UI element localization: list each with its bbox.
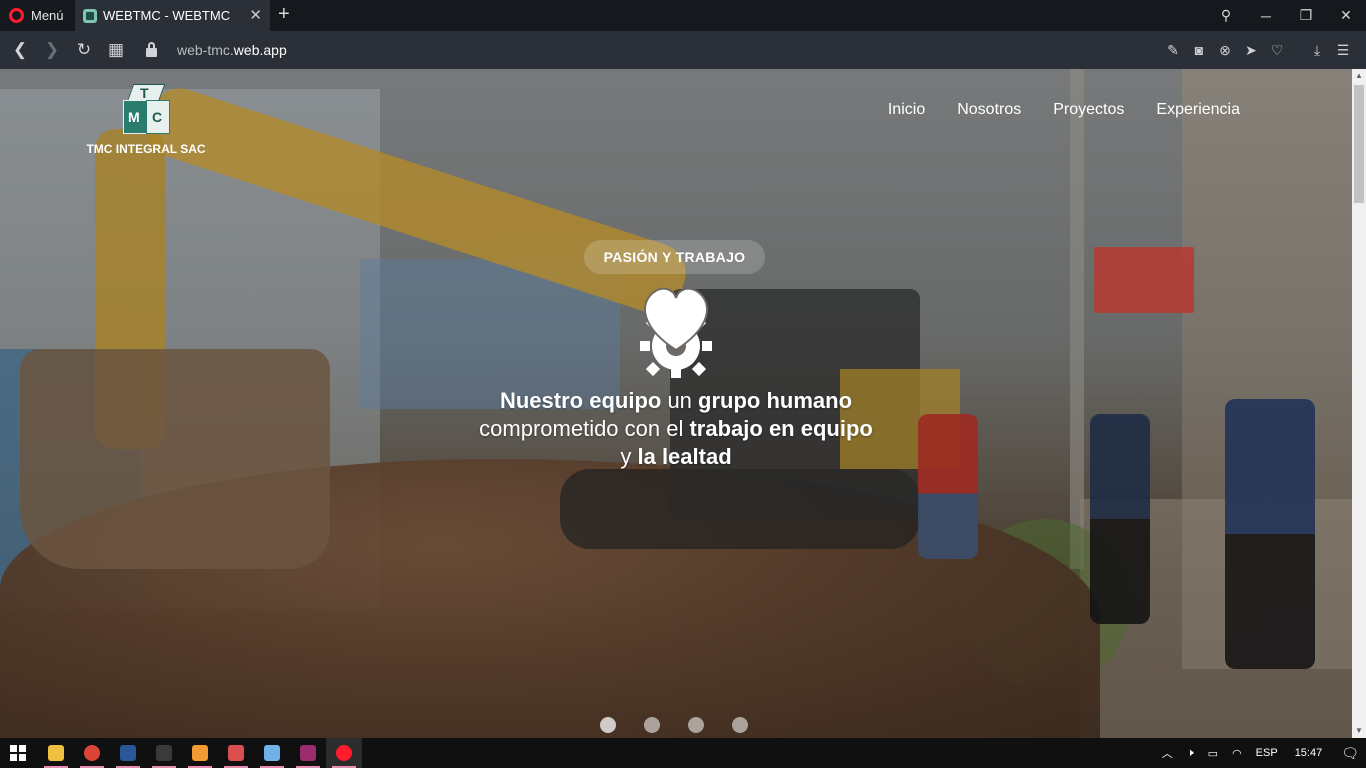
excavator-bucket	[20, 349, 330, 569]
nav-link-experiencia[interactable]: Experiencia	[1156, 101, 1240, 119]
tab-title: WEBTMC - WEBTMC	[103, 8, 231, 23]
taskbar-terminal-icon[interactable]	[146, 738, 182, 768]
taskbar-paint-3d-icon[interactable]	[254, 738, 290, 768]
system-tray: ︿ 🕨 ▭ ◠ ESP 15:47 🗨	[1155, 738, 1366, 768]
address-bar: ❮ ❯ ↻ ▦ web-tmc.web.app ✎ ◙ ⊗ ➤ ♡ ⤓ ☰	[0, 31, 1366, 69]
scroll-thumb[interactable]	[1354, 85, 1364, 203]
url-field[interactable]: web-tmc.web.app	[177, 42, 287, 58]
scroll-up-arrow-icon[interactable]: ▲	[1352, 69, 1366, 83]
forward-icon[interactable]: ❯	[36, 40, 68, 60]
taskbar-winrar-icon[interactable]	[290, 738, 326, 768]
site-brand[interactable]: T M C TMC INTEGRAL SAC	[86, 84, 206, 156]
volume-icon[interactable]: 🕨	[1180, 747, 1201, 760]
hero-tagline: Nuestro equipo un grupo humano compromet…	[479, 388, 873, 469]
scroll-down-arrow-icon[interactable]: ▼	[1352, 724, 1366, 738]
back-icon[interactable]: ❮	[4, 40, 36, 60]
browser-tab-active[interactable]: WEBTMC - WEBTMC ✕	[75, 0, 270, 31]
background-store-sign	[1094, 247, 1194, 313]
hero-section: T M C TMC INTEGRAL SAC Inicio Nosotros P…	[0, 69, 1352, 738]
taskbar-word-icon[interactable]	[110, 738, 146, 768]
tab-grid-icon[interactable]: ▦	[100, 40, 132, 60]
taskbar-sublime-text-icon[interactable]	[182, 738, 218, 768]
hero-pill-label: PASIÓN Y TRABAJO	[584, 240, 765, 274]
language-indicator[interactable]: ESP	[1249, 747, 1285, 759]
adblock-icon[interactable]: ⊗	[1212, 42, 1238, 59]
close-window-icon[interactable]: ✕	[1326, 7, 1366, 24]
background-utility-pole	[1070, 69, 1084, 569]
taskbar-opera-icon[interactable]	[326, 738, 362, 768]
notifications-icon[interactable]: 🗨	[1334, 745, 1366, 762]
taskbar-chrome-icon[interactable]	[74, 738, 110, 768]
opera-logo-icon	[9, 8, 24, 23]
page-scrollbar[interactable]: ▲ ▼	[1352, 69, 1366, 738]
tmc-cube-logo: T M C	[122, 84, 170, 138]
windows-logo-icon	[10, 745, 26, 761]
carousel-dot-3[interactable]	[688, 717, 704, 733]
edit-page-icon[interactable]: ✎	[1160, 42, 1186, 59]
opera-menu-button[interactable]: Menú	[0, 0, 74, 31]
brand-name: TMC INTEGRAL SAC	[86, 142, 206, 156]
carousel-dot-4[interactable]	[732, 717, 748, 733]
taskbar-file-explorer-icon[interactable]	[38, 738, 74, 768]
battery-icon[interactable]: ▭	[1201, 747, 1225, 760]
carousel-indicators	[600, 717, 748, 733]
easy-setup-icon[interactable]: ☰	[1330, 42, 1356, 59]
browser-tab-strip: Menú WEBTMC - WEBTMC ✕ + ⚲ ─ ❐ ✕	[0, 0, 1366, 31]
nav-link-inicio[interactable]: Inicio	[888, 101, 925, 119]
heart-gear-icon	[640, 287, 712, 378]
lock-icon[interactable]	[146, 42, 157, 57]
downloads-icon[interactable]: ⤓	[1304, 42, 1330, 59]
main-nav: Inicio Nosotros Proyectos Experiencia	[888, 101, 1240, 119]
opera-menu-label: Menú	[31, 8, 64, 23]
clock[interactable]: 15:47	[1285, 747, 1335, 759]
carousel-dot-1[interactable]	[600, 717, 616, 733]
nav-link-nosotros[interactable]: Nosotros	[957, 101, 1021, 119]
worker-navy-jacket	[1090, 414, 1150, 624]
start-button[interactable]	[0, 738, 36, 768]
tray-chevron-icon[interactable]: ︿	[1155, 745, 1180, 761]
close-tab-icon[interactable]: ✕	[249, 8, 262, 23]
reload-icon[interactable]: ↻	[68, 40, 100, 60]
carousel-dot-2[interactable]	[644, 717, 660, 733]
nav-link-proyectos[interactable]: Proyectos	[1053, 101, 1124, 119]
camera-icon[interactable]: ◙	[1186, 42, 1212, 58]
worker-red-jacket	[918, 414, 978, 559]
minimize-window-icon[interactable]: ─	[1246, 8, 1286, 24]
windows-taskbar: ︿ 🕨 ▭ ◠ ESP 15:47 🗨	[0, 738, 1366, 768]
restore-window-icon[interactable]: ❐	[1286, 7, 1326, 24]
send-icon[interactable]: ➤	[1238, 42, 1264, 59]
heart-bookmark-icon[interactable]: ♡	[1264, 42, 1290, 59]
search-tabs-icon[interactable]: ⚲	[1206, 7, 1246, 24]
new-tab-icon[interactable]: +	[278, 4, 290, 24]
site-favicon-icon	[83, 8, 97, 23]
wifi-icon[interactable]: ◠	[1225, 747, 1249, 760]
worker-helmet	[1225, 399, 1315, 669]
taskbar-paint-app-icon[interactable]	[218, 738, 254, 768]
